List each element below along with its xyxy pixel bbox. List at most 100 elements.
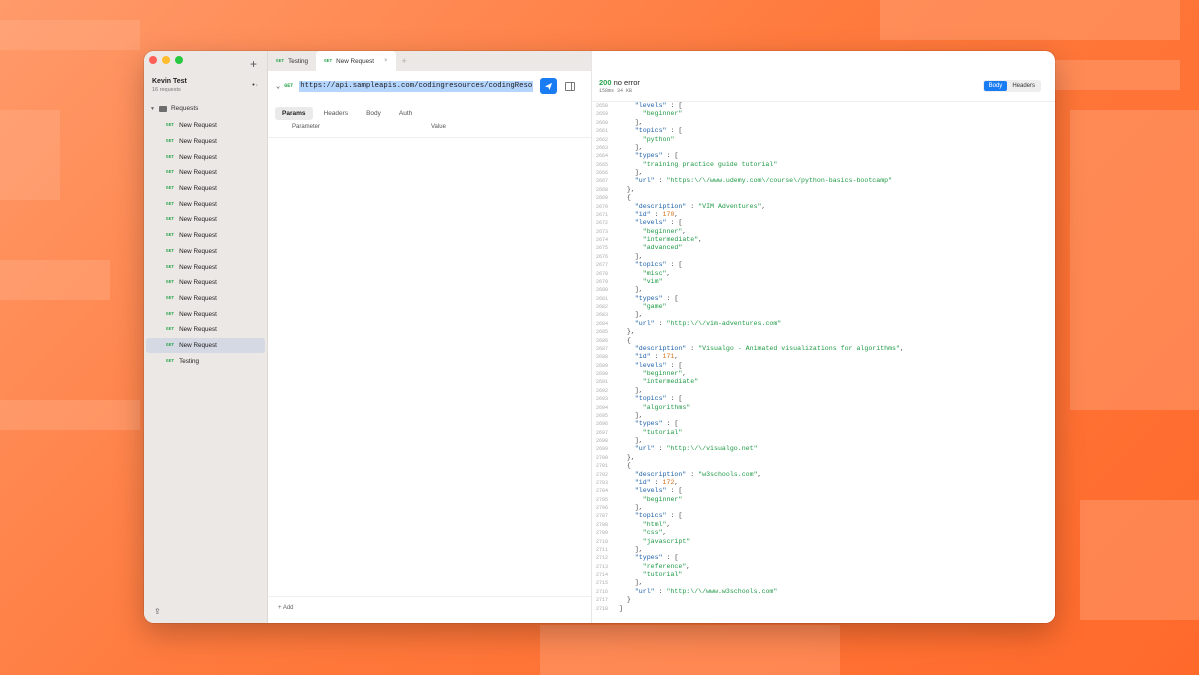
- toggle-panel-icon[interactable]: [565, 81, 576, 91]
- json-key: "levels": [634, 102, 667, 109]
- json-punct: [619, 320, 635, 327]
- subtab-headers[interactable]: Headers: [317, 107, 356, 120]
- json-string: "beginner": [642, 370, 683, 377]
- close-window-button[interactable]: [149, 56, 157, 64]
- line-text: ]: [619, 605, 623, 613]
- json-key: "id": [634, 210, 651, 218]
- code-line: 2680 ],: [592, 286, 1055, 294]
- json-punct: [619, 211, 635, 218]
- line-number: 2715: [595, 580, 608, 587]
- close-tab-icon[interactable]: ×: [384, 58, 388, 64]
- json-string: "tutorial": [642, 571, 683, 578]
- url-input[interactable]: https://api.sampleapis.com/codingresourc…: [299, 80, 534, 92]
- json-string: "http:\/\/visualgo.net": [666, 445, 758, 453]
- json-punct: :: [650, 210, 659, 218]
- json-punct: [619, 295, 635, 302]
- line-text: "url" : "http:\/\/visualgo.net": [619, 445, 758, 453]
- sidebar-request-item[interactable]: GET New Request: [146, 212, 265, 228]
- json-punct: [619, 270, 643, 277]
- method-badge: GET: [166, 217, 175, 223]
- code-line: 2711 ],: [592, 546, 1055, 554]
- json-punct: [619, 362, 635, 369]
- json-punct: [: [674, 487, 683, 495]
- workspace-header[interactable]: Kevin Test 16 requests: [152, 78, 187, 93]
- new-request-plus-icon[interactable]: +: [250, 57, 257, 71]
- subtab-body[interactable]: Body: [359, 107, 388, 120]
- line-text: "topics" : [: [619, 127, 683, 135]
- line-text: "misc",: [619, 269, 671, 278]
- request-panel: GET Testing GET New Request × + ⌄ GET https:/…: [268, 51, 592, 623]
- tab-request[interactable]: GET Testing: [268, 51, 316, 71]
- code-line: 2663 ],: [592, 144, 1055, 152]
- line-number: 2698: [595, 438, 608, 444]
- json-string: "beginner": [642, 227, 683, 235]
- code-line: 2694 "algorithms": [592, 404, 1055, 412]
- code-line: 2667 "url" : "https:\/\/www.udemy.com\/c…: [592, 177, 1055, 185]
- new-tab-plus-icon[interactable]: +: [402, 56, 407, 66]
- zoom-window-button[interactable]: [175, 56, 183, 64]
- code-line: 2672 "levels" : [: [592, 219, 1055, 227]
- import-folder-icon[interactable]: ⇪: [154, 607, 161, 616]
- line-text: "topics" : [: [619, 512, 683, 520]
- json-punct: ,: [674, 478, 679, 486]
- line-number: 2681: [595, 295, 608, 302]
- subtab-params[interactable]: Params: [275, 107, 313, 120]
- response-meta: 158ms 34 KB: [599, 88, 633, 94]
- json-key: "types": [634, 420, 663, 428]
- sidebar-request-item[interactable]: GET New Request: [146, 228, 265, 244]
- sidebar-request-item[interactable]: GET New Request: [146, 181, 265, 197]
- sidebar-request-item[interactable]: GET New Request: [146, 259, 265, 275]
- view-body-button[interactable]: Body: [983, 81, 1008, 91]
- code-line: 2684 "url" : "http:\/\/vim-adventures.co…: [592, 320, 1055, 328]
- sidebar-request-item[interactable]: GET Testing: [146, 353, 265, 369]
- tab-request[interactable]: GET New Request ×: [316, 51, 396, 71]
- sidebar-request-item[interactable]: GET New Request: [146, 118, 265, 134]
- minimize-window-button[interactable]: [162, 56, 170, 64]
- sidebar-request-item[interactable]: GET New Request: [146, 306, 265, 322]
- line-number: 2677: [595, 262, 608, 269]
- subtab-auth[interactable]: Auth: [392, 107, 419, 120]
- code-line: 2689 "levels" : [: [592, 362, 1055, 370]
- code-line: 2696 "types" : [: [592, 420, 1055, 428]
- folder-requests[interactable]: ▼ Requests: [150, 105, 198, 112]
- request-label: Testing: [179, 357, 200, 365]
- sidebar-request-item[interactable]: GET New Request: [146, 134, 265, 150]
- code-line: 2710 "javascript": [592, 538, 1055, 546]
- line-text: },: [619, 454, 635, 462]
- json-punct: [619, 496, 643, 503]
- json-punct: },: [619, 453, 635, 461]
- code-line: 2690 "beginner",: [592, 370, 1055, 378]
- line-text: "levels" : [: [619, 219, 683, 227]
- response-body: 2658 "levels" : [2659 "beginner" 2660 ], 2…: [592, 102, 1055, 623]
- code-line: 2679 "vim": [592, 278, 1055, 286]
- code-line: 2707 "topics" : [: [592, 512, 1055, 520]
- json-string: "algorithms": [642, 403, 691, 411]
- sidebar-request-item[interactable]: GET New Request: [146, 322, 265, 338]
- sidebar-request-item[interactable]: GET New Request: [146, 244, 265, 260]
- sidebar-request-item[interactable]: GET New Request: [146, 275, 265, 291]
- send-button[interactable]: [540, 78, 558, 94]
- sidebar-request-item[interactable]: GET New Request: [146, 165, 265, 181]
- method-select[interactable]: ⌄ GET: [276, 82, 293, 91]
- sidebar-request-item[interactable]: GET New Request: [146, 149, 265, 165]
- line-text: ],: [619, 286, 643, 294]
- line-number: 2693: [595, 396, 608, 403]
- sidebar-request-item[interactable]: GET New Request: [146, 291, 265, 307]
- json-punct: ],: [619, 311, 643, 319]
- sidebar-request-item[interactable]: GET New Request: [146, 337, 265, 354]
- method-badge: GET: [166, 327, 175, 333]
- sidebar-request-item[interactable]: GET New Request: [146, 196, 265, 212]
- view-headers-button[interactable]: Headers: [1007, 81, 1040, 91]
- workspace-menu-icon[interactable]: •·: [252, 82, 259, 89]
- json-punct: [619, 244, 643, 251]
- json-punct: ,: [666, 269, 671, 277]
- code-line: 2686 {: [592, 337, 1055, 345]
- code-line: 2665 "training practice guide tutorial": [592, 161, 1055, 169]
- tab-label: New Request: [336, 57, 374, 65]
- line-text: ],: [619, 311, 643, 319]
- add-param-button[interactable]: + Add: [278, 605, 294, 611]
- code-line: 2662 "python": [592, 136, 1055, 144]
- json-string: "vim": [642, 277, 663, 285]
- json-string: "https:\/\/www.udemy.com\/course\/python…: [666, 177, 893, 185]
- json-key: "types": [634, 554, 663, 562]
